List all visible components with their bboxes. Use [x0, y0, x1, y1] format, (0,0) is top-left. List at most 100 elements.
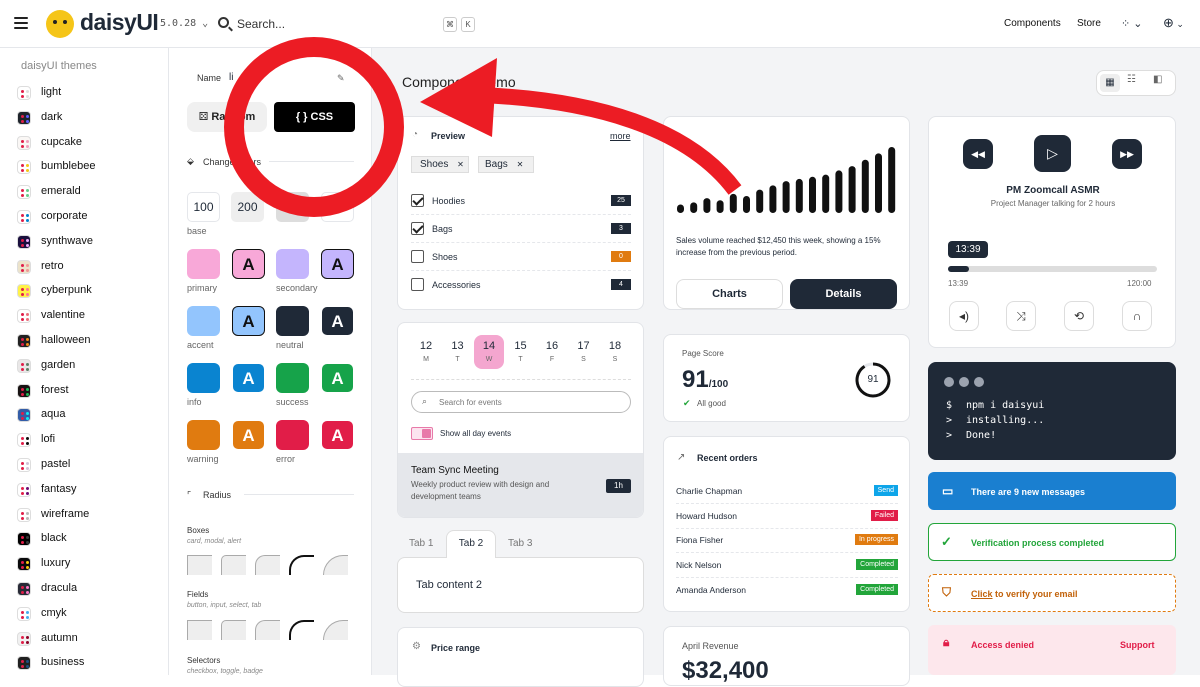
- event-item[interactable]: Team Sync Meeting Weekly product review …: [398, 453, 643, 517]
- theme-item-forest[interactable]: forest: [17, 382, 167, 402]
- accent-content-swatch[interactable]: A: [232, 306, 265, 336]
- calendar-day-18[interactable]: 18 S: [600, 335, 630, 369]
- search-input[interactable]: Search...: [237, 17, 285, 31]
- rewind-icon[interactable]: ◀◀: [963, 139, 993, 169]
- progress-track[interactable]: [948, 266, 1157, 272]
- radius-option[interactable]: [255, 620, 280, 640]
- repeat-icon[interactable]: ⟲: [1064, 301, 1094, 331]
- version-selector[interactable]: 5.0.28 ⌄: [160, 18, 208, 29]
- calendar-day-12[interactable]: 12 M: [411, 335, 441, 369]
- success-color-swatch[interactable]: [276, 363, 309, 393]
- theme-item-synthwave[interactable]: synthwave: [17, 233, 167, 253]
- neutral-color-swatch[interactable]: [276, 306, 309, 336]
- error-content-swatch[interactable]: A: [321, 420, 354, 450]
- theme-item-autumn[interactable]: autumn: [17, 630, 167, 650]
- accent-color-swatch[interactable]: [187, 306, 220, 336]
- theme-item-light[interactable]: light: [17, 84, 167, 104]
- checkbox[interactable]: [411, 194, 424, 207]
- daisyui-logo[interactable]: [46, 10, 74, 38]
- theme-item-corporate[interactable]: corporate: [17, 208, 167, 228]
- details-button[interactable]: Details: [790, 279, 897, 309]
- random-button[interactable]: ⚄ Random: [187, 102, 267, 132]
- neutral-content-swatch[interactable]: A: [321, 306, 354, 336]
- theme-item-fantasy[interactable]: fantasy: [17, 481, 167, 501]
- theme-item-dracula[interactable]: dracula: [17, 580, 167, 600]
- table-row[interactable]: Fiona Fisher In progress: [676, 534, 898, 550]
- theme-item-pastel[interactable]: pastel: [17, 456, 167, 476]
- preview-item-hoodies[interactable]: Hoodies 25: [411, 192, 631, 210]
- radius-option[interactable]: [255, 555, 280, 575]
- menu-icon[interactable]: [14, 17, 28, 32]
- preview-item-accessories[interactable]: Accessories 4: [411, 276, 631, 294]
- base-100-swatch[interactable]: 100: [187, 192, 220, 222]
- calendar-day-15[interactable]: 15 T: [506, 335, 536, 369]
- theme-item-cyberpunk[interactable]: cyberpunk: [17, 282, 167, 302]
- tab-1[interactable]: Tab 1: [409, 538, 433, 549]
- checkbox[interactable]: [411, 222, 424, 235]
- theme-item-garden[interactable]: garden: [17, 357, 167, 377]
- table-row[interactable]: Charlie Chapman Send: [676, 485, 898, 501]
- name-input[interactable]: li: [229, 72, 233, 83]
- preview-item-shoes[interactable]: Shoes 0: [411, 248, 631, 266]
- calendar-day-13[interactable]: 13 T: [443, 335, 473, 369]
- calendar-day-17[interactable]: 17 S: [569, 335, 599, 369]
- theme-item-aqua[interactable]: aqua: [17, 406, 167, 426]
- theme-item-bumblebee[interactable]: bumblebee: [17, 158, 167, 178]
- calendar-day-16[interactable]: 16 F: [537, 335, 567, 369]
- base-content-swatch[interactable]: [321, 192, 354, 222]
- forward-icon[interactable]: ▶▶: [1112, 139, 1142, 169]
- info-content-swatch[interactable]: A: [232, 363, 265, 393]
- event-search-input[interactable]: ⌕ Search for events: [411, 391, 631, 413]
- shuffle-icon[interactable]: ⤨: [1006, 301, 1036, 331]
- radius-option[interactable]: [221, 620, 246, 640]
- base-200-swatch[interactable]: 200: [231, 192, 264, 222]
- play-icon[interactable]: ▷: [1034, 135, 1071, 172]
- radius-option[interactable]: [289, 555, 314, 575]
- tab-3[interactable]: Tab 3: [508, 538, 532, 549]
- theme-item-black[interactable]: black: [17, 530, 167, 550]
- volume-icon[interactable]: ◂): [949, 301, 979, 331]
- radius-option[interactable]: [221, 555, 246, 575]
- theme-item-business[interactable]: business: [17, 654, 167, 674]
- theme-item-cupcake[interactable]: cupcake: [17, 134, 167, 154]
- checkbox[interactable]: [411, 250, 424, 263]
- split-view-icon[interactable]: ◧: [1153, 74, 1162, 85]
- radius-option[interactable]: [289, 620, 314, 640]
- support-button[interactable]: Support: [1120, 640, 1155, 650]
- theme-item-lofi[interactable]: lofi: [17, 431, 167, 451]
- nav-store[interactable]: Store: [1077, 18, 1101, 29]
- filter-chip-shoes[interactable]: Shoes ✕: [411, 156, 469, 173]
- tab-2[interactable]: Tab 2: [446, 530, 496, 558]
- error-color-swatch[interactable]: [276, 420, 309, 450]
- calendar-day-14[interactable]: 14 W: [474, 335, 504, 369]
- checkbox[interactable]: [411, 278, 424, 291]
- radius-option[interactable]: [187, 620, 212, 640]
- primary-content-swatch[interactable]: A: [232, 249, 265, 279]
- base-300-swatch[interactable]: [276, 192, 309, 222]
- theme-item-wireframe[interactable]: wireframe: [17, 506, 167, 526]
- primary-color-swatch[interactable]: [187, 249, 220, 279]
- apps-grid-icon[interactable]: ⁘ ⌄: [1121, 17, 1143, 30]
- filter-chip-bags[interactable]: Bags ✕: [478, 156, 534, 173]
- warning-color-swatch[interactable]: [187, 420, 220, 450]
- secondary-content-swatch[interactable]: A: [321, 249, 354, 279]
- all-day-toggle[interactable]: [411, 427, 433, 440]
- list-view-icon[interactable]: ☷: [1127, 74, 1136, 85]
- table-row[interactable]: Amanda Anderson Completed: [676, 583, 898, 600]
- table-row[interactable]: Howard Hudson Failed: [676, 509, 898, 526]
- charts-button[interactable]: Charts: [676, 279, 783, 309]
- warning-content-swatch[interactable]: A: [232, 420, 265, 450]
- verify-link[interactable]: Click: [971, 589, 993, 599]
- headphones-icon[interactable]: ∩: [1122, 301, 1152, 331]
- theme-item-dark[interactable]: dark: [17, 109, 167, 129]
- more-link[interactable]: more: [610, 131, 631, 141]
- preview-item-bags[interactable]: Bags 3: [411, 220, 631, 238]
- table-row[interactable]: Nick Nelson Completed: [676, 559, 898, 575]
- success-content-swatch[interactable]: A: [321, 363, 354, 393]
- css-button[interactable]: { } CSS: [274, 102, 355, 132]
- theme-item-valentine[interactable]: valentine: [17, 307, 167, 327]
- theme-item-emerald[interactable]: emerald: [17, 183, 167, 203]
- theme-item-retro[interactable]: retro: [17, 258, 167, 278]
- theme-item-luxury[interactable]: luxury: [17, 555, 167, 575]
- secondary-color-swatch[interactable]: [276, 249, 309, 279]
